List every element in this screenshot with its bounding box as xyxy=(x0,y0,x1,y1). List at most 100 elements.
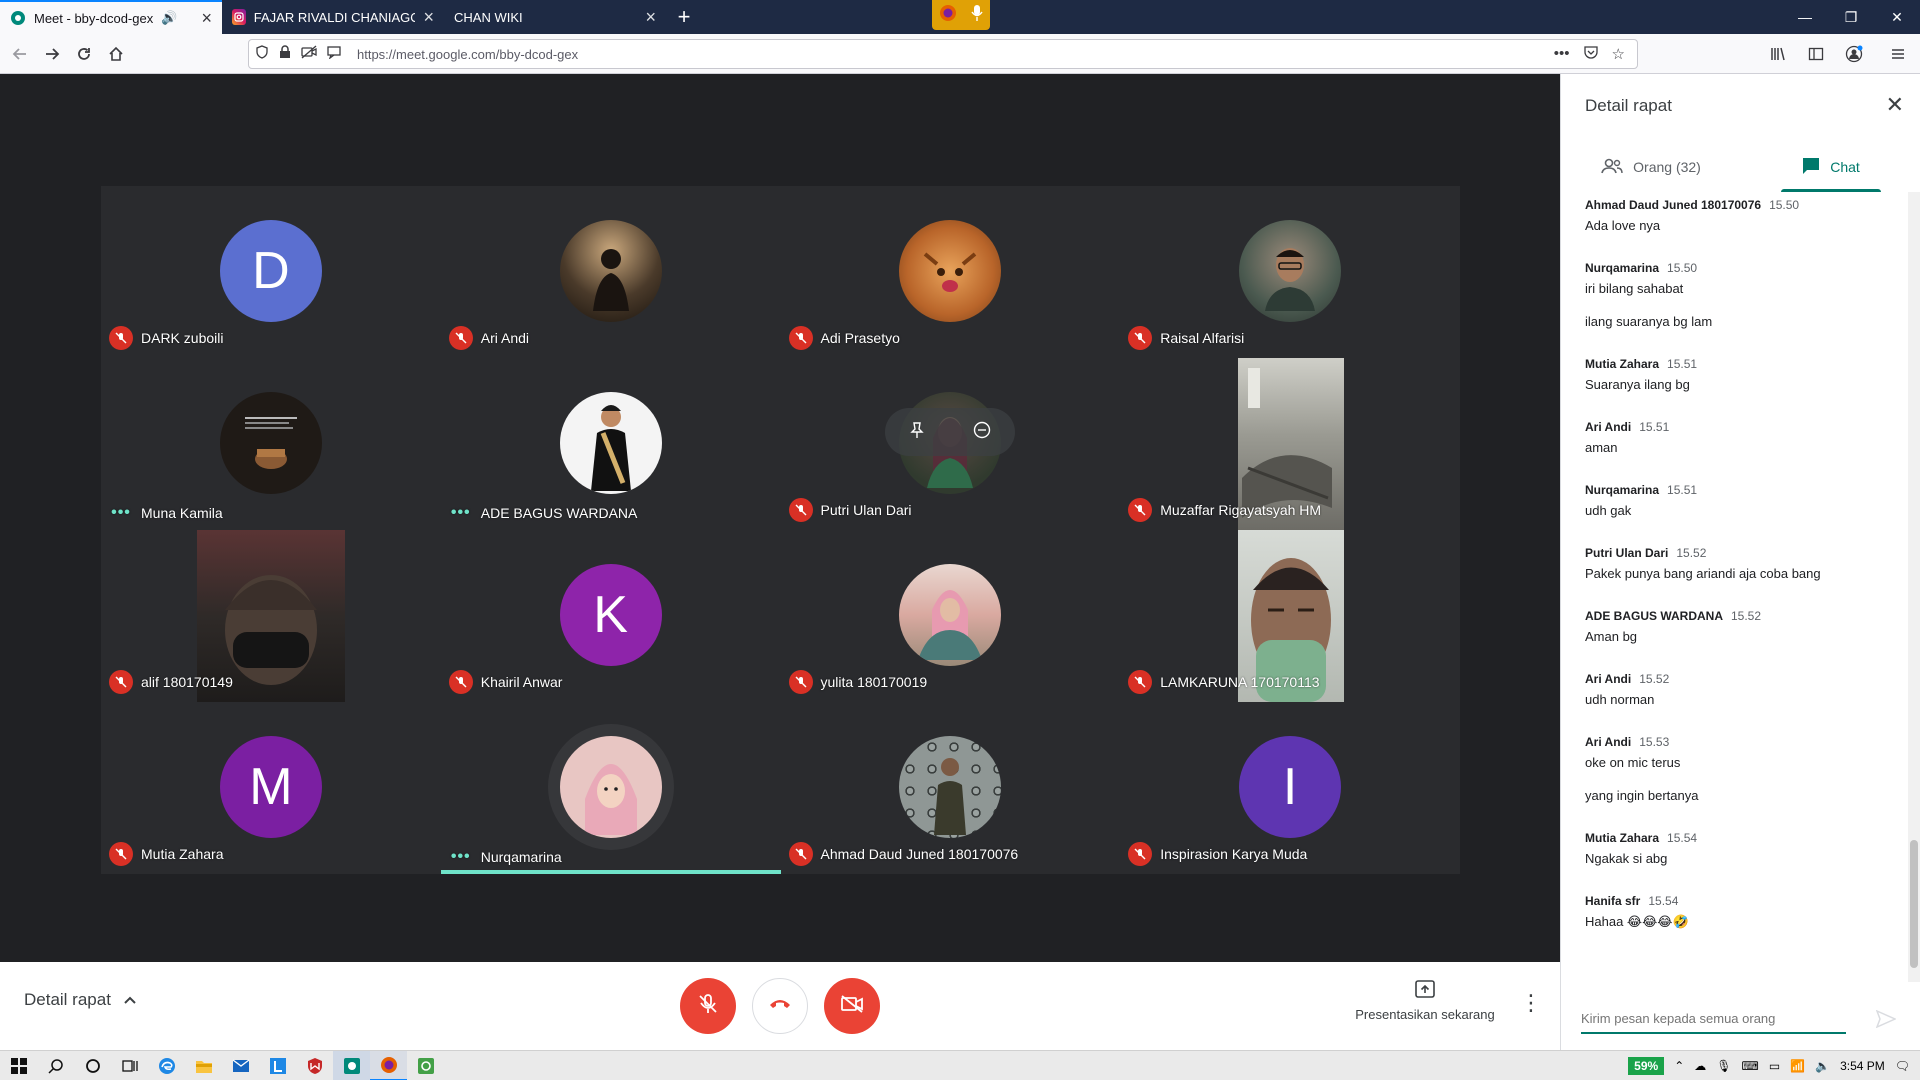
bookmark-star-icon[interactable]: ☆ xyxy=(1612,45,1625,63)
cortana-icon[interactable] xyxy=(74,1051,111,1080)
keyboard-icon[interactable]: ⌨ xyxy=(1741,1059,1758,1073)
pin-icon[interactable] xyxy=(909,421,925,444)
participant-name: LAMKARUNA 170170113 xyxy=(1160,674,1320,690)
edge-icon[interactable] xyxy=(148,1051,185,1080)
microphone-icon xyxy=(971,4,983,27)
android-app-icon[interactable] xyxy=(407,1051,444,1080)
tab-chan-wiki[interactable]: CHAN WIKI × xyxy=(444,0,666,34)
clock[interactable]: 3:54 PM xyxy=(1840,1059,1885,1073)
close-icon[interactable]: × xyxy=(645,8,656,26)
meet-app-icon[interactable] xyxy=(333,1050,370,1080)
battery-icon[interactable]: ▭ xyxy=(1769,1059,1780,1073)
participant-tile[interactable]: K Khairil Anwar xyxy=(441,530,781,702)
mic-off-icon xyxy=(1128,842,1153,866)
menu-icon[interactable] xyxy=(1882,38,1914,70)
new-tab-button[interactable]: + xyxy=(666,0,702,34)
windows-taskbar: 59% ⌃ ☁ 🎙 ⌨ ▭ 📶 🔈 3:54 PM 🗨 xyxy=(0,1050,1920,1080)
minimize-icon[interactable]: — xyxy=(1782,0,1828,34)
volume-icon[interactable]: 🔈 xyxy=(1815,1059,1830,1073)
onedrive-icon[interactable]: ☁ xyxy=(1694,1059,1706,1073)
windows-start-icon[interactable] xyxy=(0,1051,37,1080)
tab-people[interactable]: Orang (32) xyxy=(1561,142,1741,192)
firefox-icon[interactable] xyxy=(370,1050,407,1080)
home-icon[interactable] xyxy=(100,38,132,70)
close-window-icon[interactable]: ✕ xyxy=(1874,0,1920,34)
restore-icon[interactable]: ❐ xyxy=(1828,0,1874,34)
participant-name: Ahmad Daud Juned 180170076 xyxy=(820,846,1019,862)
participant-tile[interactable]: Putri Ulan Dari xyxy=(781,358,1121,530)
meeting-controls-bar: Detail rapat Presentasikan sekarang ⋮ xyxy=(0,962,1560,1050)
tab-instagram[interactable]: FAJAR RIVALDI CHANIAGO (@ × xyxy=(222,0,444,34)
participant-tile[interactable]: Adi Prasetyo xyxy=(781,186,1121,358)
forward-arrow-icon[interactable] xyxy=(36,38,68,70)
lock-icon[interactable] xyxy=(279,44,291,64)
file-explorer-icon[interactable] xyxy=(185,1051,222,1080)
chat-message-input[interactable] xyxy=(1581,1004,1846,1032)
app-l-icon[interactable] xyxy=(259,1051,296,1080)
participant-tile[interactable]: Ari Andi xyxy=(441,186,781,358)
wifi-icon[interactable]: 📶 xyxy=(1790,1059,1805,1073)
chat-input-field[interactable] xyxy=(1581,1004,1846,1034)
browser-nav-bar: https://meet.google.com/bby-dcod-gex •••… xyxy=(0,34,1920,74)
panel-title: Detail rapat xyxy=(1585,96,1672,115)
chat-message: Mutia Zahara 15.54 Ngakak si abg xyxy=(1585,831,1885,866)
mcafee-icon[interactable] xyxy=(296,1051,333,1080)
media-sharing-indicator[interactable] xyxy=(932,0,990,30)
page-actions-icon[interactable]: ••• xyxy=(1554,45,1570,63)
tab-chat[interactable]: Chat xyxy=(1741,142,1920,192)
microphone-toggle-button[interactable] xyxy=(680,978,736,1034)
back-arrow-icon[interactable] xyxy=(4,38,36,70)
notification-icon[interactable]: 🗨 xyxy=(1895,1059,1910,1073)
mail-icon[interactable] xyxy=(222,1051,259,1080)
battery-indicator[interactable]: 59% xyxy=(1628,1057,1665,1075)
leave-call-button[interactable] xyxy=(752,978,808,1034)
scroll-thumb[interactable] xyxy=(1910,840,1918,968)
present-now-button[interactable]: Presentasikan sekarang xyxy=(1350,980,1500,1022)
participant-name: ADE BAGUS WARDANA xyxy=(480,505,638,521)
library-icon[interactable] xyxy=(1762,38,1794,70)
task-view-icon[interactable] xyxy=(111,1051,148,1080)
chevron-up-icon[interactable]: ⌃ xyxy=(1674,1059,1684,1073)
shield-icon[interactable] xyxy=(255,44,269,64)
chat-message: Ari Andi 15.52 udh norman xyxy=(1585,672,1885,707)
meeting-details-toggle[interactable]: Detail rapat xyxy=(24,990,137,1010)
avatar xyxy=(1239,220,1342,322)
microphone-icon[interactable]: 🎙 xyxy=(1716,1059,1731,1073)
participant-tile[interactable]: ••• ADE BAGUS WARDANA xyxy=(441,358,781,530)
chat-tab-label: Chat xyxy=(1830,159,1860,175)
message-time: 15.51 xyxy=(1667,357,1698,371)
speaker-icon[interactable]: 🔊 xyxy=(161,10,177,26)
participant-tile[interactable]: Raisal Alfarisi xyxy=(1120,186,1460,358)
sidebar-icon[interactable] xyxy=(1800,38,1832,70)
message-icon[interactable] xyxy=(327,45,341,64)
remove-participant-icon[interactable] xyxy=(973,421,991,444)
participant-tile[interactable]: yulita 180170019 xyxy=(781,530,1121,702)
search-icon[interactable] xyxy=(37,1051,74,1080)
send-icon[interactable] xyxy=(1871,1004,1901,1034)
close-panel-icon[interactable]: ✕ xyxy=(1886,92,1904,118)
participant-tile[interactable]: Muzaffar Rigayatsyah HM xyxy=(1120,358,1460,530)
message-text: iri bilang sahabat xyxy=(1585,281,1684,296)
system-tray: 59% ⌃ ☁ 🎙 ⌨ ▭ 📶 🔈 3:54 PM 🗨 xyxy=(1628,1051,1920,1080)
participant-tile[interactable]: ••• Nurqamarina xyxy=(440,702,781,874)
pocket-icon[interactable] xyxy=(1583,45,1598,63)
reload-icon[interactable] xyxy=(68,38,100,70)
close-icon[interactable]: × xyxy=(201,9,212,27)
chat-message: Ari Andi 15.53 oke on mic terus yang ingi… xyxy=(1585,735,1885,803)
participant-tile[interactable]: alif 180170149 xyxy=(101,530,441,702)
tab-meet[interactable]: Meet - bby-dcod-gex 🔊 × xyxy=(0,0,222,34)
more-options-icon[interactable]: ⋮ xyxy=(1520,990,1542,1016)
camera-toggle-button[interactable] xyxy=(824,978,880,1034)
chat-message-list[interactable]: Ahmad Daud Juned 180170076 15.50 Ada love… xyxy=(1561,192,1909,982)
close-icon[interactable]: × xyxy=(423,8,434,26)
participant-tile[interactable]: Ahmad Daud Juned 180170076 xyxy=(781,702,1121,874)
participant-tile[interactable]: LAMKARUNA 170170113 xyxy=(1120,530,1460,702)
participant-tile[interactable]: M Mutia Zahara xyxy=(101,702,441,874)
account-icon[interactable] xyxy=(1838,38,1870,70)
url-bar[interactable]: https://meet.google.com/bby-dcod-gex •••… xyxy=(248,39,1638,69)
participant-tile[interactable]: D DARK zuboili xyxy=(101,186,441,358)
chat-scrollbar[interactable] xyxy=(1908,192,1920,982)
participant-tile[interactable]: ••• Muna Kamila xyxy=(101,358,441,530)
camera-permission-icon[interactable] xyxy=(301,45,317,64)
participant-tile[interactable]: I Inspirasion Karya Muda xyxy=(1120,702,1460,874)
